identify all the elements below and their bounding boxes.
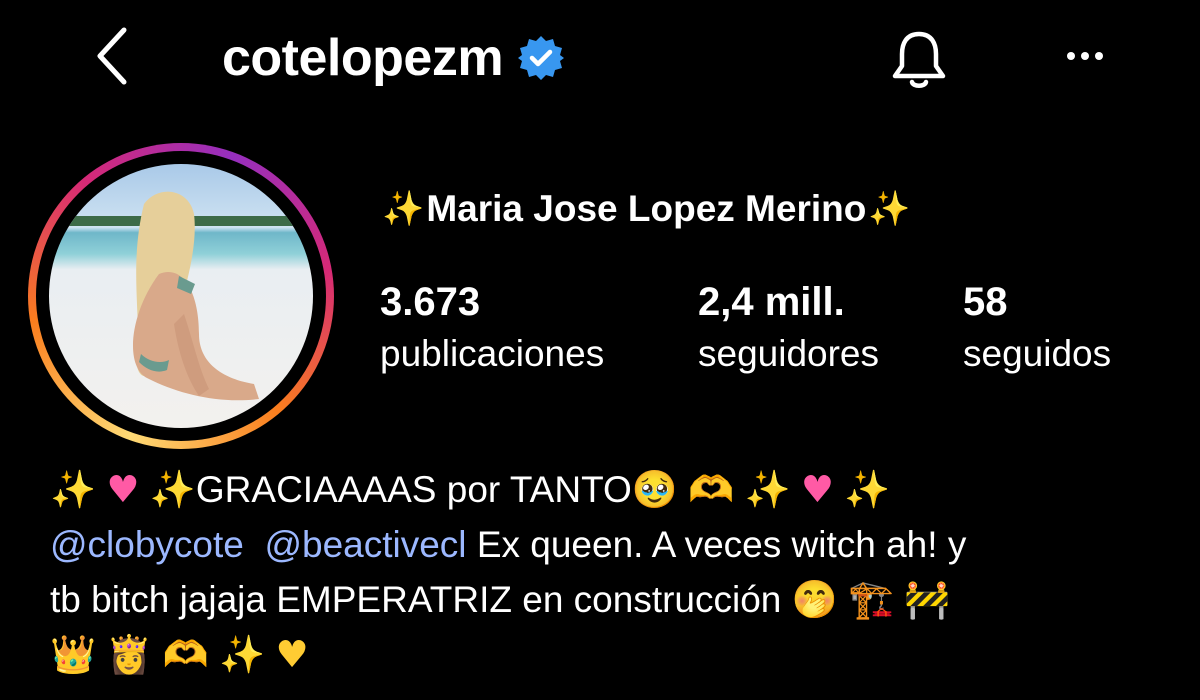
- stat-followers[interactable]: 2,4 mill. seguidores: [698, 278, 879, 382]
- more-options-button[interactable]: [1055, 26, 1115, 86]
- verified-badge-icon: [518, 36, 565, 80]
- construction-icon: 🚧: [904, 578, 951, 621]
- hand-over-mouth-icon: 🤭: [791, 578, 838, 621]
- heart-icon: ♥: [800, 468, 835, 511]
- bio-line-3: tb bitch jajaja EMPERATRIZ en construcci…: [50, 572, 1170, 627]
- notifications-button[interactable]: [884, 24, 954, 94]
- bio-text-1: GRACIAAAAS por TANTO: [195, 469, 632, 510]
- username: cotelopezm: [222, 29, 504, 87]
- back-button[interactable]: [92, 24, 140, 88]
- stat-posts-label: publicaciones: [380, 333, 605, 374]
- avatar-story-ring[interactable]: [28, 143, 334, 449]
- bio: ✨ ♥ ✨GRACIAAAAS por TANTO🥹 🫶 ✨ ♥ ✨ @clob…: [50, 462, 1170, 682]
- full-name-row: ✨ Maria Jose Lopez Merino ✨: [380, 188, 913, 230]
- more-dot: [1067, 52, 1075, 60]
- heart-hands-icon: 🫶: [162, 633, 209, 676]
- chevron-left-icon: [97, 27, 127, 85]
- teary-face-icon: 🥹: [631, 468, 678, 511]
- avatar: [49, 164, 313, 428]
- heart-hands-icon: 🫶: [688, 468, 735, 511]
- stat-followers-label: seguidores: [698, 333, 880, 374]
- more-dot: [1081, 52, 1089, 60]
- sparkles-icon: ✨: [50, 468, 97, 511]
- bio-text-2: Ex queen. A veces witch ah! y: [476, 524, 967, 565]
- bell-icon: [892, 31, 946, 88]
- sparkles-icon: ✨: [382, 190, 425, 228]
- bio-line-1: ✨ ♥ ✨GRACIAAAAS por TANTO🥹 🫶 ✨ ♥ ✨: [50, 462, 1170, 517]
- full-name: Maria Jose Lopez Merino: [426, 188, 867, 229]
- avatar-gap: [36, 151, 326, 441]
- stat-following[interactable]: 58 seguidos: [963, 278, 1111, 382]
- crane-icon: 🏗️: [848, 578, 895, 621]
- stat-following-label: seguidos: [963, 333, 1112, 374]
- avatar-image: [49, 191, 313, 401]
- profile-screen: cotelopezm ✨ Maria Jose Lopez Merino ✨ 3…: [0, 0, 1200, 700]
- bio-line-2: @clobycote @beactivecl Ex queen. A veces…: [50, 517, 1170, 572]
- stat-posts[interactable]: 3.673 publicaciones: [380, 278, 604, 382]
- heart-icon: ♥: [106, 468, 140, 511]
- crown-icon: 👑: [50, 633, 97, 676]
- more-dot: [1095, 52, 1103, 60]
- bio-text-3: tb bitch jajaja EMPERATRIZ en construcci…: [50, 579, 782, 620]
- mention-link[interactable]: @clobycote: [50, 524, 244, 565]
- stat-posts-value: 3.673: [380, 280, 481, 324]
- sparkles-icon: ✨: [149, 468, 196, 511]
- stat-followers-value: 2,4 mill.: [698, 280, 845, 324]
- sparkles-icon: ✨: [868, 190, 911, 228]
- bio-line-4: 👑 👸 🫶 ✨ ♥: [50, 627, 1170, 682]
- yellow-heart-icon: ♥: [275, 633, 309, 676]
- mention-link[interactable]: @beactivecl: [264, 524, 466, 565]
- sparkles-icon: ✨: [844, 468, 891, 511]
- sparkles-icon: ✨: [219, 633, 266, 676]
- princess-icon: 👸: [106, 633, 153, 676]
- profile-header: cotelopezm: [222, 22, 565, 94]
- sparkles-icon: ✨: [744, 468, 791, 511]
- stat-following-value: 58: [963, 280, 1008, 324]
